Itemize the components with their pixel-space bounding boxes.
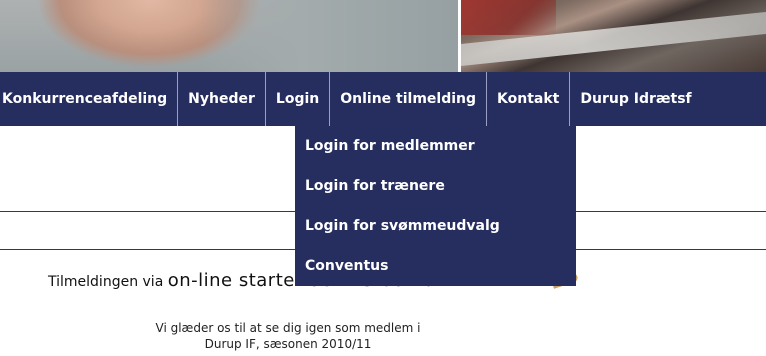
nav-item-konkurrenceafdeling[interactable]: Konkurrenceafdeling	[0, 72, 179, 126]
nav-item-durup-idraetsforening[interactable]: Durup Idrætsf	[570, 72, 701, 126]
menu-item-conventus[interactable]: Conventus	[295, 246, 576, 286]
swimmer-face-photo	[0, 0, 458, 72]
welcome-line-2: Durup IF, sæsonen 2010/11	[204, 337, 372, 351]
nav-item-login[interactable]: Login	[266, 72, 331, 126]
nav-item-online-tilmelding[interactable]: Online tilmelding	[330, 72, 488, 126]
welcome-text: Vi glæder os til at se dig igen som medl…	[118, 320, 458, 352]
login-dropdown-menu: Login for medlemmer Login for trænere Lo…	[295, 126, 576, 286]
menu-item-login-medlemmer[interactable]: Login for medlemmer	[295, 126, 576, 166]
welcome-line-1: Vi glæder os til at se dig igen som medl…	[155, 321, 421, 335]
nav-item-kontakt[interactable]: Kontakt	[487, 72, 571, 126]
header-banner-photo	[0, 0, 766, 72]
menu-item-login-traenere[interactable]: Login for trænere	[295, 166, 576, 206]
headline-prefix: Tilmeldingen via	[48, 274, 168, 290]
nav-item-nyheder[interactable]: Nyheder	[178, 72, 266, 126]
swimmer-pool-photo	[461, 0, 766, 72]
menu-item-login-svoemmeudvalg[interactable]: Login for svømmeudvalg	[295, 206, 576, 246]
main-nav-bar: Konkurrenceafdeling Nyheder Login Online…	[0, 72, 766, 126]
